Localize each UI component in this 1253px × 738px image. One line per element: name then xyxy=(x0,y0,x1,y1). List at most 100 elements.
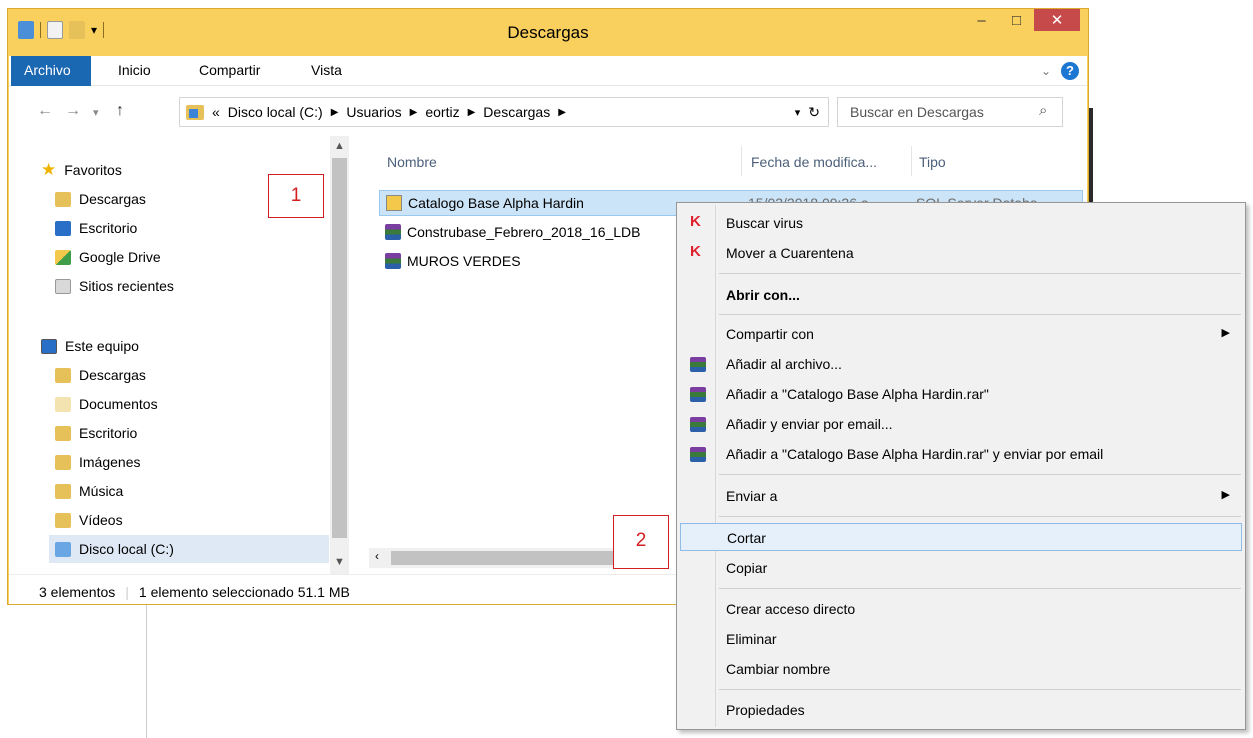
column-header-fecha[interactable]: Fecha de modifica... xyxy=(751,154,877,170)
menu-item-anadir-archivo[interactable]: Añadir al archivo... xyxy=(680,350,1242,378)
scroll-left-icon[interactable]: ‹ xyxy=(375,549,379,563)
nav-item-musica[interactable]: Música xyxy=(55,483,123,499)
scrollbar-thumb[interactable] xyxy=(332,158,347,538)
context-menu: K Buscar virus K Mover a Cuarentena Abri… xyxy=(676,202,1246,730)
minimize-button[interactable]: – xyxy=(964,9,999,31)
menu-item-anadir-enviar[interactable]: Añadir y enviar por email... xyxy=(680,410,1242,438)
file-row[interactable]: MUROS VERDES xyxy=(379,248,521,274)
winrar-archive-icon xyxy=(385,224,401,240)
file-row[interactable]: Construbase_Febrero_2018_16_LDB xyxy=(379,219,641,245)
menu-item-buscar-virus[interactable]: K Buscar virus xyxy=(680,209,1242,237)
column-header-tipo[interactable]: Tipo xyxy=(919,154,946,170)
menu-label: Añadir y enviar por email... xyxy=(726,416,893,432)
nav-label: Vídeos xyxy=(79,512,123,528)
back-icon[interactable]: ← xyxy=(37,102,53,120)
scroll-down-icon[interactable]: ▼ xyxy=(334,556,345,568)
drive-icon xyxy=(55,541,71,557)
search-icon[interactable]: ⌕ xyxy=(1039,102,1077,119)
forward-icon[interactable]: → xyxy=(65,102,81,120)
menu-label: Mover a Cuarentena xyxy=(726,245,854,261)
menu-separator xyxy=(719,314,1241,315)
up-icon[interactable]: ↑ xyxy=(116,102,124,120)
chevron-right-icon[interactable]: ▶ xyxy=(468,107,476,118)
menu-label: Crear acceso directo xyxy=(726,601,856,617)
window-controls: – □ ✕ xyxy=(964,9,1080,31)
menu-item-cortar[interactable]: Cortar xyxy=(680,523,1242,551)
nav-label: Escritorio xyxy=(79,425,138,441)
background-divider xyxy=(146,600,147,738)
maximize-button[interactable]: □ xyxy=(999,9,1034,31)
menu-item-anadir-rar-enviar[interactable]: Añadir a "Catalogo Base Alpha Hardin.rar… xyxy=(680,440,1242,468)
tab-compartir[interactable]: Compartir xyxy=(199,62,260,78)
address-overflow[interactable]: « xyxy=(212,104,220,120)
item-count: 3 elementos xyxy=(39,584,116,600)
menu-label: Añadir a "Catalogo Base Alpha Hardin.rar… xyxy=(726,446,1104,462)
documents-folder-icon xyxy=(55,396,71,412)
scrollbar-thumb[interactable] xyxy=(391,551,651,565)
menu-item-propiedades[interactable]: Propiedades xyxy=(680,696,1242,724)
recent-places-icon xyxy=(55,278,71,294)
expand-ribbon-icon[interactable]: ⌄ xyxy=(1041,64,1051,78)
breadcrumb-segment[interactable]: Usuarios xyxy=(346,104,401,120)
callout-2: 2 xyxy=(613,515,669,569)
nav-item-disco-local[interactable]: Disco local (C:) xyxy=(55,541,174,557)
nav-item-escritorio[interactable]: Escritorio xyxy=(55,220,137,236)
nav-favorites[interactable]: ★ Favoritos xyxy=(41,160,122,180)
menu-separator xyxy=(719,516,1241,517)
column-divider[interactable] xyxy=(911,146,912,176)
nav-item-imagenes[interactable]: Imágenes xyxy=(55,454,140,470)
kaspersky-icon: K xyxy=(690,243,701,260)
column-divider[interactable] xyxy=(741,146,742,176)
winrar-icon xyxy=(690,447,706,462)
breadcrumb-segment[interactable]: eortiz xyxy=(425,104,459,120)
scroll-up-icon[interactable]: ▲ xyxy=(334,140,345,152)
tab-archivo[interactable]: Archivo xyxy=(11,56,91,86)
search-input[interactable]: Buscar en Descargas xyxy=(837,97,1063,127)
close-button[interactable]: ✕ xyxy=(1034,9,1080,31)
nav-item-videos[interactable]: Vídeos xyxy=(55,512,123,528)
nav-item-pc-descargas[interactable]: Descargas xyxy=(55,367,146,383)
menu-label: Añadir al archivo... xyxy=(726,356,842,372)
file-name: MUROS VERDES xyxy=(407,253,521,269)
tab-inicio[interactable]: Inicio xyxy=(118,62,151,78)
chevron-right-icon[interactable]: ▶ xyxy=(410,107,418,118)
star-icon: ★ xyxy=(41,160,57,179)
breadcrumb-segment[interactable]: Descargas xyxy=(483,104,550,120)
chevron-right-icon[interactable]: ▶ xyxy=(558,107,566,118)
nav-item-descargas[interactable]: Descargas xyxy=(55,191,146,207)
chevron-right-icon[interactable]: ▶ xyxy=(331,107,339,118)
menu-label: Propiedades xyxy=(726,702,805,718)
menu-item-crear-acceso-directo[interactable]: Crear acceso directo xyxy=(680,595,1242,623)
desktop-icon xyxy=(55,220,71,236)
menu-item-anadir-rar[interactable]: Añadir a "Catalogo Base Alpha Hardin.rar… xyxy=(680,380,1242,408)
menu-item-enviar-a[interactable]: Enviar a ▶ xyxy=(680,482,1242,510)
tab-vista[interactable]: Vista xyxy=(311,62,342,78)
menu-separator xyxy=(719,474,1241,475)
menu-item-copiar[interactable]: Copiar xyxy=(680,554,1242,582)
computer-icon xyxy=(41,338,57,354)
menu-item-cambiar-nombre[interactable]: Cambiar nombre xyxy=(680,655,1242,683)
menu-item-compartir-con[interactable]: Compartir con ▶ xyxy=(680,320,1242,348)
menu-label: Cortar xyxy=(727,530,766,546)
menu-separator xyxy=(719,689,1241,690)
google-drive-icon xyxy=(55,249,71,265)
recent-locations-icon[interactable]: ▾ xyxy=(93,106,99,119)
address-bar[interactable]: « Disco local (C:) ▶ Usuarios ▶ eortiz ▶… xyxy=(179,97,829,127)
address-dropdown-icon[interactable]: ▾ xyxy=(795,106,801,119)
nav-scrollbar[interactable]: ▲ ▼ xyxy=(330,136,349,574)
breadcrumb-segment[interactable]: Disco local (C:) xyxy=(228,104,323,120)
nav-item-documentos[interactable]: Documentos xyxy=(55,396,158,412)
menu-item-mover-cuarentena[interactable]: K Mover a Cuarentena xyxy=(680,239,1242,267)
title-bar[interactable]: ▾ Descargas – □ ✕ xyxy=(8,9,1088,56)
winrar-archive-icon xyxy=(385,253,401,269)
nav-item-google-drive[interactable]: Google Drive xyxy=(55,249,161,265)
nav-item-sitios-recientes[interactable]: Sitios recientes xyxy=(55,278,174,294)
help-icon[interactable]: ? xyxy=(1061,62,1079,80)
menu-item-abrir-con[interactable]: Abrir con... xyxy=(680,281,1242,309)
column-header-nombre[interactable]: Nombre xyxy=(387,154,437,170)
menu-item-eliminar[interactable]: Eliminar xyxy=(680,625,1242,653)
refresh-icon[interactable]: ↻ xyxy=(808,104,820,121)
menu-label: Compartir con xyxy=(726,326,814,342)
nav-item-pc-escritorio[interactable]: Escritorio xyxy=(55,425,137,441)
nav-este-equipo[interactable]: Este equipo xyxy=(41,338,139,354)
